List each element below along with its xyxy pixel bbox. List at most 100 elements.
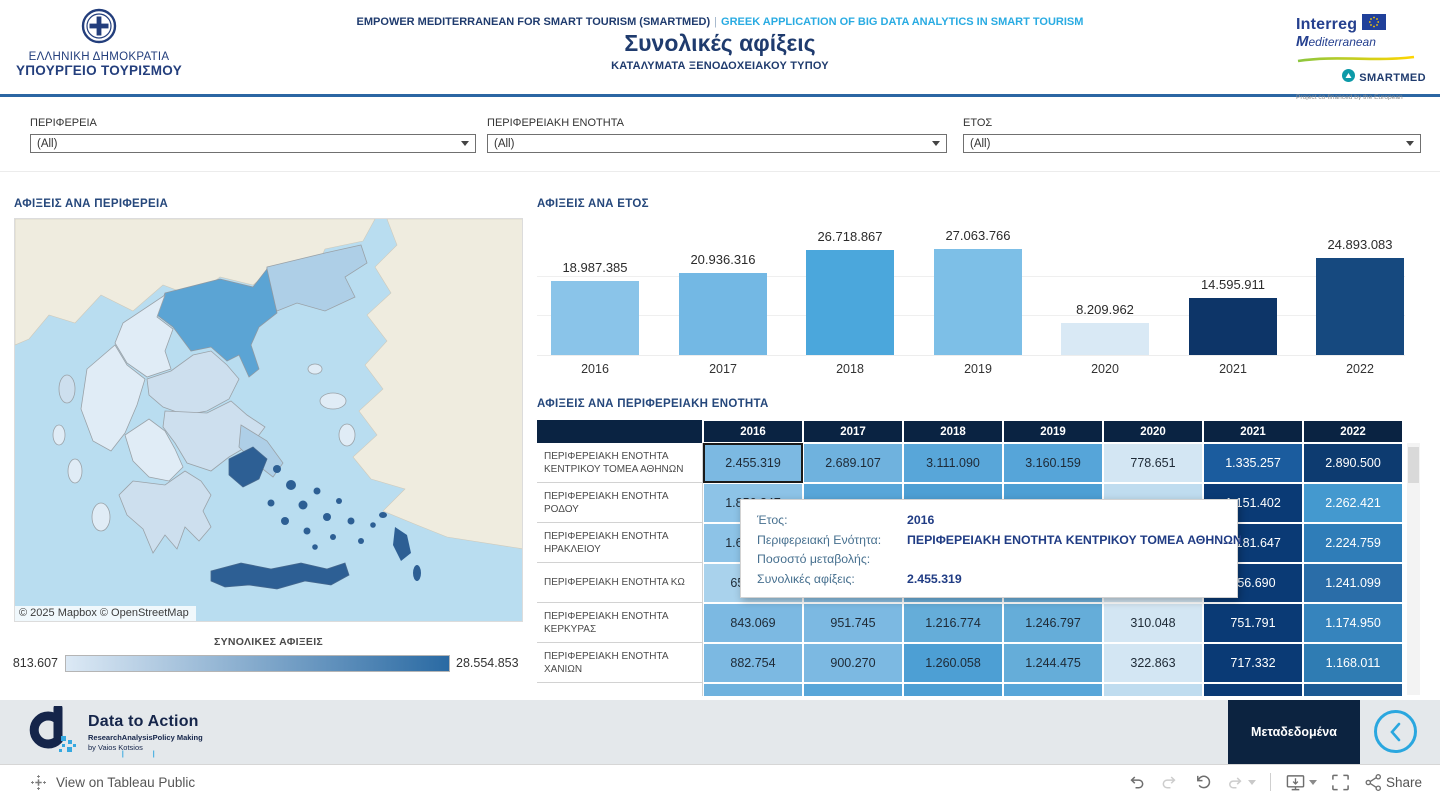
table-cell-2021[interactable]: 717.332 [1203,643,1303,683]
legend-title: ΣΥΝΟΛΙΚΕΣ ΑΦΙΞΕΙΣ [14,636,523,648]
table-cell-2017[interactable]: 2.689.107 [803,443,903,483]
table-cell-2019[interactable]: 1.244.475 [1003,643,1103,683]
table-cell-2022[interactable]: 1.174.950 [1303,603,1403,643]
table-cell-2016[interactable]: 882.754 [703,643,803,683]
data-tooltip: Έτος:2016 Περιφερειακή Ενότητα:ΠΕΡΙΦΕΡΕΙ… [740,499,1238,598]
project-line: EMPOWER MEDITERRANEAN FOR SMART TOURISM … [300,16,1140,28]
table-cell-2018[interactable] [903,683,1003,696]
column-header-2016: 2016 [703,420,803,443]
footer: Data to Action Research | Analysis | Pol… [0,700,1440,764]
redo-button[interactable] [1160,773,1179,792]
chevron-down-icon [1406,141,1414,146]
table-cell-2017[interactable]: 900.270 [803,643,903,683]
table-cell-2022[interactable]: 1.168.011 [1303,643,1403,683]
table-cell-2017[interactable]: 951.745 [803,603,903,643]
table-cell-2016[interactable]: 843.069 [703,603,803,643]
view-on-tableau-label: View on Tableau Public [56,775,195,790]
arrivals-per-year-chart: 18.987.38520.936.31626.718.86727.063.766… [537,225,1405,356]
table-scrollbar[interactable] [1407,443,1420,695]
table-cell-2022[interactable]: 2.224.759 [1303,523,1403,563]
interreg-logo: Interreg Mediterranean [1296,14,1426,112]
year-bar-2021[interactable] [1189,298,1277,355]
bar-value-label: 14.595.911 [1168,277,1298,292]
view-on-tableau[interactable]: View on Tableau Public [30,774,195,791]
tooltip-total-value: 2.455.319 [907,570,962,590]
share-label: Share [1386,775,1422,790]
table-cell-2022[interactable]: 2.890.500 [1303,443,1403,483]
table-cell-2022[interactable] [1303,683,1403,696]
island-lefkada [53,425,65,445]
row-label: ΠΕΡΙΦΕΡΕΙΑΚΗ ΕΝΟΤΗΤΑ ΡΟΔΟΥ [537,483,703,523]
year-bar-2020[interactable] [1061,323,1149,355]
table-cell-2022[interactable]: 2.262.421 [1303,483,1403,523]
replay-button[interactable] [1226,773,1256,792]
year-bar-2022[interactable] [1316,258,1404,355]
table-cell-2020[interactable] [1103,683,1203,696]
table-cell-2020[interactable]: 310.048 [1103,603,1203,643]
column-header-2020: 2020 [1103,420,1203,443]
filter-regional-unit-dropdown[interactable]: (All) [487,134,947,153]
data-to-action-tagline: Research | Analysis | Policy Making [88,733,203,742]
smartmed-icon [1342,69,1355,87]
table-cell-2020[interactable]: 778.651 [1103,443,1203,483]
column-header-2021: 2021 [1203,420,1303,443]
table-cell-2020[interactable]: 322.863 [1103,643,1203,683]
table-cell-2022[interactable]: 1.241.099 [1303,563,1403,603]
table-cell-2021[interactable] [1203,683,1303,696]
download-button[interactable] [1285,773,1317,792]
page-title: Συνολικές αφίξεις [300,30,1140,57]
table-header-row: 2016201720182019202020212022 [537,420,1405,443]
chevron-down-icon [461,141,469,146]
x-axis-label-2018: 2018 [800,362,900,376]
table-cell-2021[interactable]: 751.791 [1203,603,1303,643]
table-cell-2018[interactable]: 3.111.090 [903,443,1003,483]
table-cell-2016[interactable] [703,683,803,696]
x-axis-label-2016: 2016 [545,362,645,376]
island-corfu [59,375,75,403]
smartmed-label: SMARTMED [1359,72,1426,84]
island-lesvos [320,393,346,409]
filter-region-dropdown[interactable]: (All) [30,134,476,153]
metadata-button[interactable]: Μεταδεδομένα [1228,700,1360,764]
table-cell-2017[interactable] [803,683,903,696]
scrollbar-thumb[interactable] [1408,447,1419,483]
table-cell-2019[interactable]: 1.246.797 [1003,603,1103,643]
x-axis-label-2022: 2022 [1310,362,1410,376]
table-cell-2021[interactable]: 1.335.257 [1203,443,1303,483]
table-row: ΠΕΡΙΦΕΡΕΙΑΚΗ ΕΝΟΤΗΤΑ ΚΕΡΚΥΡΑΣ843.069951.… [537,603,1405,643]
filter-year: ΕΤΟΣ (All) [963,117,1421,153]
year-bar-2017[interactable] [679,273,767,355]
table-cell-2019[interactable]: 3.160.159 [1003,443,1103,483]
previous-page-button[interactable] [1374,710,1417,753]
share-button[interactable]: Share [1364,773,1422,792]
tooltip-total-label: Συνολικές αφίξεις: [757,570,907,590]
bar-chart-title: ΑΦΙΞΕΙΣ ΑΝΑ ΕΤΟΣ [537,198,649,210]
filter-year-dropdown[interactable]: (All) [963,134,1421,153]
bar-value-label: 8.209.962 [1040,302,1170,317]
year-bar-2018[interactable] [806,250,894,355]
column-header-2018: 2018 [903,420,1003,443]
undo-button[interactable] [1127,773,1146,792]
year-bar-2016[interactable] [551,281,639,355]
table-cell-2016[interactable]: 2.455.319 [703,443,803,483]
interreg-brand: Interreg [1296,16,1357,34]
filter-region: ΠΕΡΙΦΕΡΕΙΑ (All) [30,117,476,153]
table-cell-2018[interactable]: 1.216.774 [903,603,1003,643]
chevron-down-icon [1309,780,1317,785]
table-corner-cell [537,420,703,443]
bar-value-label: 20.936.316 [658,252,788,267]
eu-flag-icon [1362,14,1386,35]
reset-button[interactable] [1193,773,1212,792]
data-to-action-logo: Data to Action Research | Analysis | Pol… [28,706,203,758]
year-bar-2019[interactable] [934,249,1022,355]
map-attribution: © 2025 Mapbox © OpenStreetMap [15,606,196,621]
greece-map[interactable]: © 2025 Mapbox © OpenStreetMap [14,218,523,622]
project-separator: | [710,16,721,28]
data-to-action-title: Data to Action [88,713,203,731]
table-row: ΠΕΡΙΦΕΡΕΙΑΚΗ ΕΝΟΤΗΤΑ ΚΕΝΤΡΙΚΟΥ ΤΟΜΕΑ ΑΘΗ… [537,443,1405,483]
table-cell-2019[interactable] [1003,683,1103,696]
table-cell-2018[interactable]: 1.260.058 [903,643,1003,683]
tooltip-change-label: Ποσοστό μεταβολής: [757,550,907,570]
fullscreen-button[interactable] [1331,773,1350,792]
filter-year-value: (All) [970,138,990,150]
